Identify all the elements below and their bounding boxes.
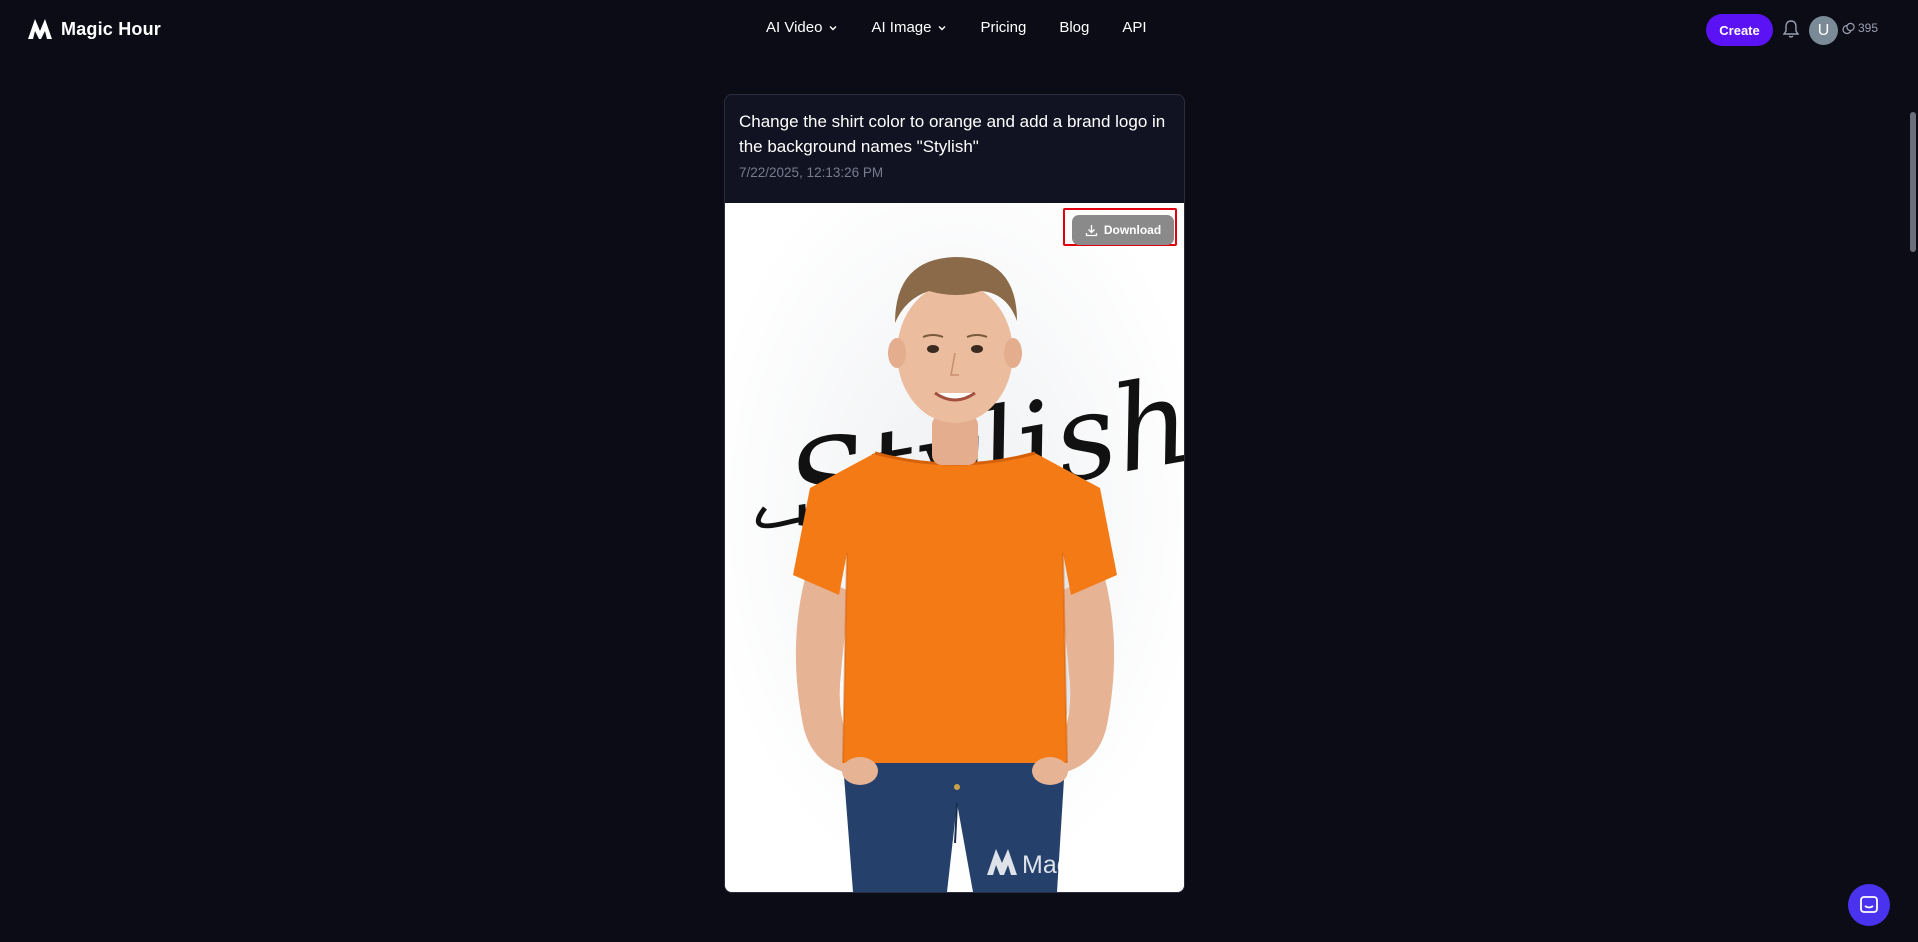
nav-ai-video[interactable]: AI Video — [766, 19, 838, 36]
scrollbar-thumb[interactable] — [1910, 112, 1916, 252]
nav-pricing[interactable]: Pricing — [980, 19, 1026, 36]
support-chat-button[interactable] — [1848, 884, 1890, 926]
top-navigation-bar: Magic Hour AI Video AI Image Pricing Blo… — [0, 0, 1918, 60]
download-icon — [1085, 224, 1097, 236]
nav-ai-video-label: AI Video — [766, 19, 823, 36]
bell-icon[interactable] — [1782, 19, 1800, 39]
download-button[interactable]: Download — [1072, 215, 1174, 245]
nav-blog-label: Blog — [1059, 19, 1090, 36]
download-label: Download — [1103, 223, 1162, 237]
generation-timestamp: 7/22/2025, 12:13:26 PM — [739, 165, 884, 180]
page-scrollbar[interactable] — [1908, 0, 1918, 942]
generated-image-container[interactable]: Stylish Magic Hour Download — [725, 203, 1184, 892]
generated-image: Stylish Magic Hour — [725, 203, 1184, 892]
chevron-down-icon — [938, 25, 946, 30]
prompt-text: Change the shirt color to orange and add… — [739, 112, 1166, 156]
main-nav: AI Video AI Image Pricing Blog API — [766, 19, 1147, 36]
credits-balance[interactable]: 395 — [1842, 21, 1878, 35]
user-avatar[interactable]: U — [1809, 16, 1838, 45]
nav-pricing-label: Pricing — [980, 19, 1027, 36]
credits-count: 395 — [1858, 21, 1879, 35]
nav-ai-image-label: AI Image — [871, 19, 932, 36]
generation-result-card: Change the shirt color to orange and add… — [724, 94, 1185, 893]
download-highlight: Download — [1063, 208, 1177, 246]
coins-icon — [1842, 22, 1855, 34]
nav-blog[interactable]: Blog — [1059, 19, 1089, 36]
chat-icon — [1860, 896, 1878, 913]
brand-home-link[interactable]: Magic Hour — [27, 17, 161, 41]
create-button[interactable]: Create — [1706, 14, 1773, 46]
svg-text:Magic Hour: Magic Hour — [1022, 851, 1150, 879]
nav-api-label: API — [1122, 19, 1147, 36]
magic-hour-logo-icon — [28, 19, 52, 39]
chevron-down-icon — [829, 25, 837, 30]
nav-api[interactable]: API — [1122, 19, 1146, 36]
brand-name: Magic Hour — [61, 18, 162, 39]
nav-ai-image[interactable]: AI Image — [871, 19, 947, 36]
